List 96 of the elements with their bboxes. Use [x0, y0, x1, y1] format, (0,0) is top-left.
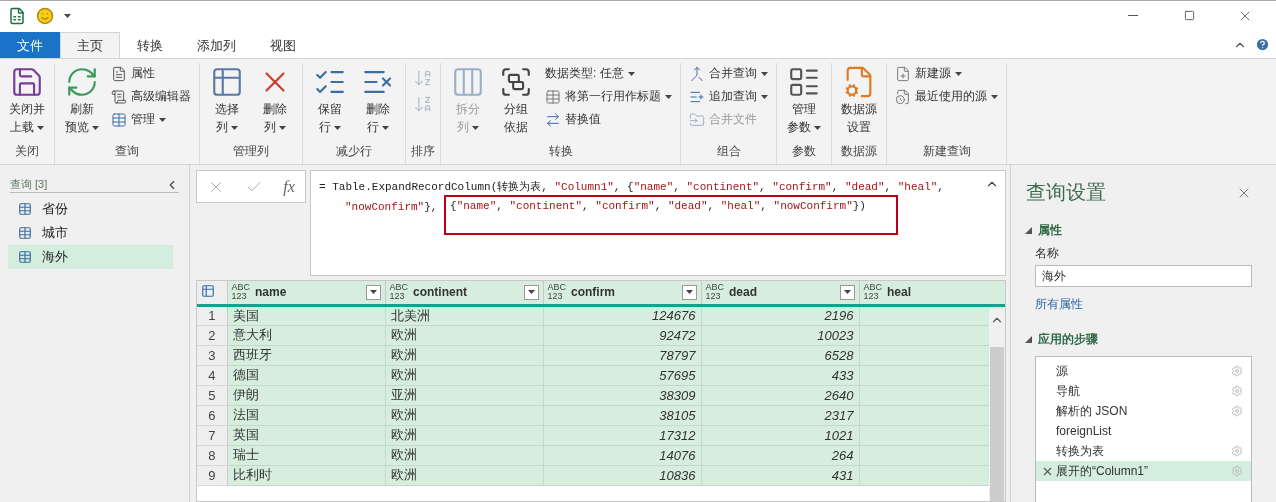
spreadsheet-app-icon — [8, 6, 26, 25]
new-document-icon — [895, 65, 911, 82]
group-label: 数据源 — [840, 143, 878, 160]
step-item[interactable]: 展开的“Column1” — [1036, 461, 1251, 481]
ribbon-button[interactable]: 合并查询 — [687, 63, 770, 84]
ribbon-button[interactable]: 追加查询 — [687, 86, 770, 107]
row-number: 1 — [197, 305, 227, 325]
insert-function-button[interactable]: fx — [283, 177, 295, 196]
group-label: 排序 — [410, 143, 436, 160]
ribbon-button[interactable]: 管理 参数 — [781, 63, 827, 140]
panel-title: 查询设置 — [1026, 180, 1106, 205]
group-label: 新建查询 — [921, 143, 972, 160]
query-item[interactable]: 海外 — [8, 245, 173, 269]
queries-header: 查询 [3] — [10, 177, 49, 192]
ribbon-button[interactable]: 关闭并 上载 — [4, 63, 50, 140]
refresh-icon — [65, 65, 99, 99]
filter-button[interactable] — [523, 284, 539, 300]
sort-descending-icon — [413, 94, 433, 114]
table-icon — [18, 250, 32, 264]
step-item[interactable]: foreignList — [1036, 421, 1251, 441]
minimize-icon — [1128, 15, 1138, 16]
sort-ascending-icon — [413, 68, 433, 88]
section-title: 属性 — [1038, 222, 1062, 239]
formula-field[interactable]: = Table.ExpandRecordColumn(转换为表, "Column1", {"name", "continent", "confirm", "dead", "heal", "nowConfirm"}, {"name", "continent", "confirm", "dead", "heal", "nowConfirm"}) — [310, 170, 1006, 276]
caret-icon — [843, 290, 851, 295]
query-item[interactable]: 城市 — [8, 221, 173, 245]
ribbon-button[interactable]: 刷新 预览 — [59, 63, 105, 140]
ribbon-button[interactable]: 数据类型: 任意 — [543, 63, 674, 84]
file-tab[interactable]: 文件 — [0, 32, 60, 58]
ribbon-button[interactable]: 删除 列 — [252, 63, 298, 140]
columns-icon — [451, 65, 485, 99]
row-number: 5 — [197, 385, 227, 405]
caret-icon — [527, 290, 535, 295]
row-number: 9 — [197, 465, 227, 485]
ribbon-button[interactable]: 高级编辑器 — [109, 86, 193, 107]
table-icon — [545, 88, 561, 105]
ribbon-button[interactable]: 管理 — [109, 109, 193, 130]
expand-toggle-icon[interactable] — [1025, 227, 1032, 234]
grid-icon — [210, 65, 244, 99]
row-number: 6 — [197, 405, 227, 425]
filter-button[interactable] — [681, 284, 697, 300]
ribbon-button[interactable]: 新建源 — [893, 63, 1000, 84]
section-title: 应用的步骤 — [1038, 331, 1098, 348]
step-item[interactable]: 源 — [1036, 361, 1251, 381]
row-number: 2 — [197, 325, 227, 345]
expand-toggle-icon[interactable] — [1025, 336, 1032, 343]
ribbon-button[interactable]: 数据源 设置 — [836, 63, 882, 140]
group-label: 管理列 — [232, 143, 270, 160]
row-number: 8 — [197, 445, 227, 465]
group-label: 减少行 — [335, 143, 373, 160]
table-icon — [111, 111, 127, 128]
caret-icon — [685, 290, 693, 295]
group-label: 转换 — [547, 143, 574, 160]
group-label: 参数 — [791, 143, 817, 160]
group-icon — [499, 65, 533, 99]
ribbon-button[interactable]: 选择 列 — [204, 63, 250, 140]
group-label: 查询 — [114, 143, 140, 160]
row-number: 3 — [197, 345, 227, 365]
ribbon-button[interactable]: 将第一行用作标题 — [543, 86, 674, 107]
document-clock-icon — [895, 88, 911, 105]
step-item[interactable]: 解析的 JSON — [1036, 401, 1251, 421]
smiley-icon[interactable] — [36, 6, 54, 25]
ribbon-button[interactable]: 删除 行 — [355, 63, 401, 140]
row-number: 4 — [197, 365, 227, 385]
step-item[interactable]: 导航 — [1036, 381, 1251, 401]
maximize-icon — [1183, 10, 1195, 21]
ribbon-button[interactable]: 替换值 — [543, 109, 674, 130]
group-label: 关闭 — [14, 143, 40, 160]
ribbon-tab[interactable]: 主页 — [60, 32, 120, 58]
customize-toolbar-icon[interactable] — [64, 13, 71, 18]
ribbon-button[interactable]: 最近使用的源 — [893, 86, 1000, 107]
row-number: 7 — [197, 425, 227, 445]
table-icon — [18, 202, 32, 216]
list-icon — [787, 65, 821, 99]
filter-button[interactable] — [839, 284, 855, 300]
merge-icon — [689, 65, 705, 82]
group-label: 组合 — [715, 143, 742, 160]
save-icon — [10, 65, 44, 99]
caret-icon — [369, 290, 377, 295]
table-icon — [18, 226, 32, 240]
table-menu-icon[interactable] — [201, 283, 215, 298]
combine-icon — [689, 111, 705, 128]
ribbon-button[interactable]: 分组 依据 — [493, 63, 539, 140]
scrollbar[interactable] — [989, 309, 1005, 501]
step-item[interactable]: 转换为表 — [1036, 441, 1251, 461]
document-icon — [111, 65, 127, 82]
all-properties-link[interactable]: 所有属性 — [1035, 296, 1252, 313]
replace-icon — [545, 111, 561, 128]
filter-button[interactable] — [365, 284, 381, 300]
ribbon-button[interactable]: 属性 — [109, 63, 193, 84]
name-field[interactable]: 海外 — [1035, 265, 1252, 287]
query-item[interactable]: 省份 — [8, 197, 173, 221]
scroll-icon — [111, 88, 127, 105]
field-label: 名称 — [1034, 245, 1060, 262]
help-icon[interactable] — [1255, 37, 1270, 52]
ribbon-button[interactable]: 保留 行 — [307, 63, 353, 140]
